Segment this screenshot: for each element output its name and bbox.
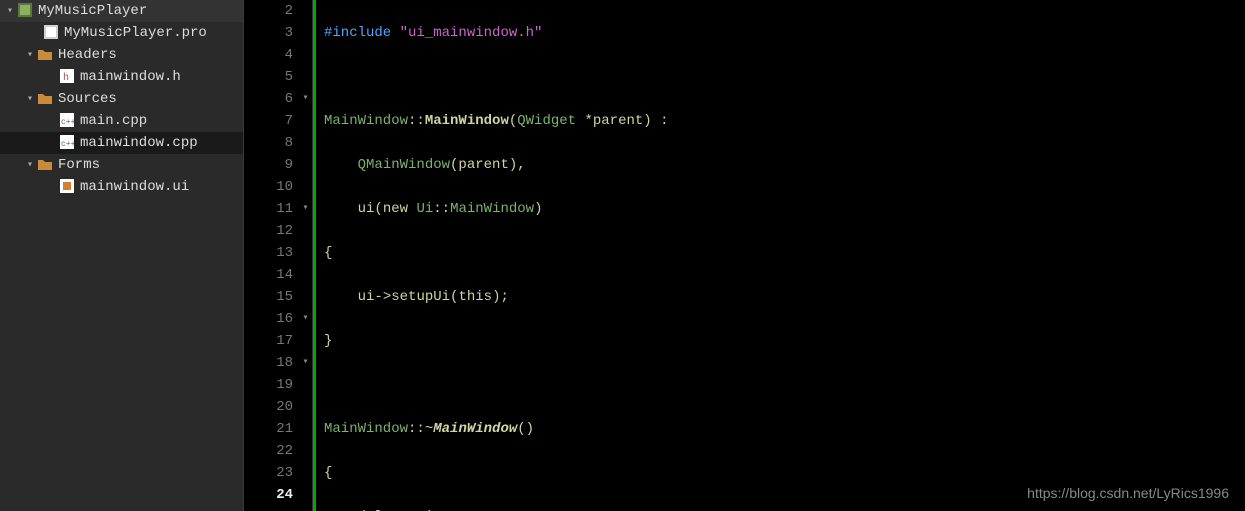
line-num[interactable]: 16 — [244, 308, 299, 330]
code-line: ui(new Ui::MainWindow) — [324, 198, 1245, 220]
fold-blank — [299, 264, 312, 286]
chevron-down-icon[interactable]: ▾ — [24, 49, 36, 61]
svg-text:c++: c++ — [61, 140, 74, 149]
line-num[interactable]: 13 — [244, 242, 299, 264]
fold-blank — [299, 330, 312, 352]
line-num[interactable]: 23 — [244, 462, 299, 484]
line-num[interactable]: 22 — [244, 440, 299, 462]
forms-label: Forms — [58, 157, 100, 173]
line-num[interactable]: 21 — [244, 418, 299, 440]
fold-blank — [299, 396, 312, 418]
fold-blank — [299, 374, 312, 396]
line-num[interactable]: 2 — [244, 0, 299, 22]
code-line: { — [324, 242, 1245, 264]
fold-blank — [299, 132, 312, 154]
fold-blank — [299, 0, 312, 22]
fold-blank — [299, 484, 312, 506]
source-mainwindow-item[interactable]: c++ mainwindow.cpp — [0, 132, 243, 154]
line-num[interactable]: 12 — [244, 220, 299, 242]
fold-blank — [299, 220, 312, 242]
fold-marker-icon[interactable]: ▾ — [299, 308, 312, 330]
code-line: { — [324, 462, 1245, 484]
line-num[interactable]: 19 — [244, 374, 299, 396]
source-main-item[interactable]: c++ main.cpp — [0, 110, 243, 132]
h-file-icon: h — [58, 69, 76, 85]
line-num[interactable]: 8 — [244, 132, 299, 154]
code-line: ui->setupUi(this); — [324, 286, 1245, 308]
header-file-label: mainwindow.h — [80, 69, 181, 85]
line-num[interactable]: 18 — [244, 352, 299, 374]
pro-file-label: MyMusicPlayer.pro — [64, 25, 207, 41]
fold-blank — [299, 176, 312, 198]
ui-file-icon — [58, 179, 76, 195]
code-line: } — [324, 330, 1245, 352]
code-line: #include "ui_mainwindow.h" — [324, 22, 1245, 44]
fold-blank — [299, 286, 312, 308]
project-root[interactable]: ▾ MyMusicPlayer — [0, 0, 243, 22]
fold-blank — [299, 110, 312, 132]
line-num[interactable]: 3 — [244, 22, 299, 44]
sources-folder[interactable]: ▾ Sources — [0, 88, 243, 110]
fold-blank — [299, 66, 312, 88]
fold-blank — [299, 418, 312, 440]
pro-file-item[interactable]: MyMusicPlayer.pro — [0, 22, 243, 44]
form-file-label: mainwindow.ui — [80, 179, 189, 195]
line-num[interactable]: 11 — [244, 198, 299, 220]
svg-text:h: h — [63, 72, 69, 83]
line-num[interactable]: 9 — [244, 154, 299, 176]
line-num[interactable]: 7 — [244, 110, 299, 132]
headers-label: Headers — [58, 47, 117, 63]
code-line: QMainWindow(parent), — [324, 154, 1245, 176]
line-num[interactable]: 4 — [244, 44, 299, 66]
code-line: MainWindow::~MainWindow() — [324, 418, 1245, 440]
fold-blank — [299, 44, 312, 66]
fold-blank — [299, 22, 312, 44]
chevron-down-icon[interactable]: ▾ — [24, 159, 36, 171]
code-line: delete ui; — [324, 506, 1245, 511]
form-file-item[interactable]: mainwindow.ui — [0, 176, 243, 198]
code-editor[interactable]: #include "ui_mainwindow.h" MainWindow::M… — [316, 0, 1245, 511]
code-line: MainWindow::MainWindow(QWidget *parent) … — [324, 110, 1245, 132]
fold-marker-icon[interactable]: ▾ — [299, 352, 312, 374]
headers-folder[interactable]: ▾ Headers — [0, 44, 243, 66]
line-num[interactable]: 17 — [244, 330, 299, 352]
file-icon — [42, 25, 60, 41]
line-num[interactable]: 10 — [244, 176, 299, 198]
code-line — [324, 374, 1245, 396]
cpp-file-icon: c++ — [58, 113, 76, 129]
source-main-label: main.cpp — [80, 113, 147, 129]
fold-blank — [299, 154, 312, 176]
folder-icon — [36, 47, 54, 63]
watermark-text: https://blog.csdn.net/LyRics1996 — [1027, 485, 1229, 501]
fold-marker-icon[interactable]: ▾ — [299, 198, 312, 220]
line-num[interactable]: 14 — [244, 264, 299, 286]
fold-blank — [299, 462, 312, 484]
folder-icon — [36, 91, 54, 107]
chevron-down-icon[interactable]: ▾ — [24, 93, 36, 105]
folder-icon — [36, 157, 54, 173]
fold-marker-icon[interactable]: ▾ — [299, 88, 312, 110]
fold-column[interactable]: ▾ ▾ ▾ ▾ — [299, 0, 313, 511]
chevron-down-icon[interactable]: ▾ — [4, 5, 16, 17]
cpp-file-icon: c++ — [58, 135, 76, 151]
svg-text:c++: c++ — [61, 118, 74, 127]
source-mainwindow-label: mainwindow.cpp — [80, 135, 198, 151]
line-num[interactable]: 15 — [244, 286, 299, 308]
project-icon — [16, 3, 34, 19]
sources-label: Sources — [58, 91, 117, 107]
line-number-gutter[interactable]: 2 3 4 5 6 7 8 9 10 11 12 13 14 15 16 17 … — [244, 0, 299, 511]
line-num[interactable]: 5 — [244, 66, 299, 88]
project-tree[interactable]: ▾ MyMusicPlayer MyMusicPlayer.pro ▾ Head… — [0, 0, 243, 511]
project-name: MyMusicPlayer — [38, 3, 147, 19]
fold-blank — [299, 242, 312, 264]
header-file-item[interactable]: h mainwindow.h — [0, 66, 243, 88]
code-line — [324, 66, 1245, 88]
fold-blank — [299, 440, 312, 462]
line-num[interactable]: 6 — [244, 88, 299, 110]
forms-folder[interactable]: ▾ Forms — [0, 154, 243, 176]
line-num-current[interactable]: 24 — [244, 484, 299, 506]
line-num[interactable]: 20 — [244, 396, 299, 418]
